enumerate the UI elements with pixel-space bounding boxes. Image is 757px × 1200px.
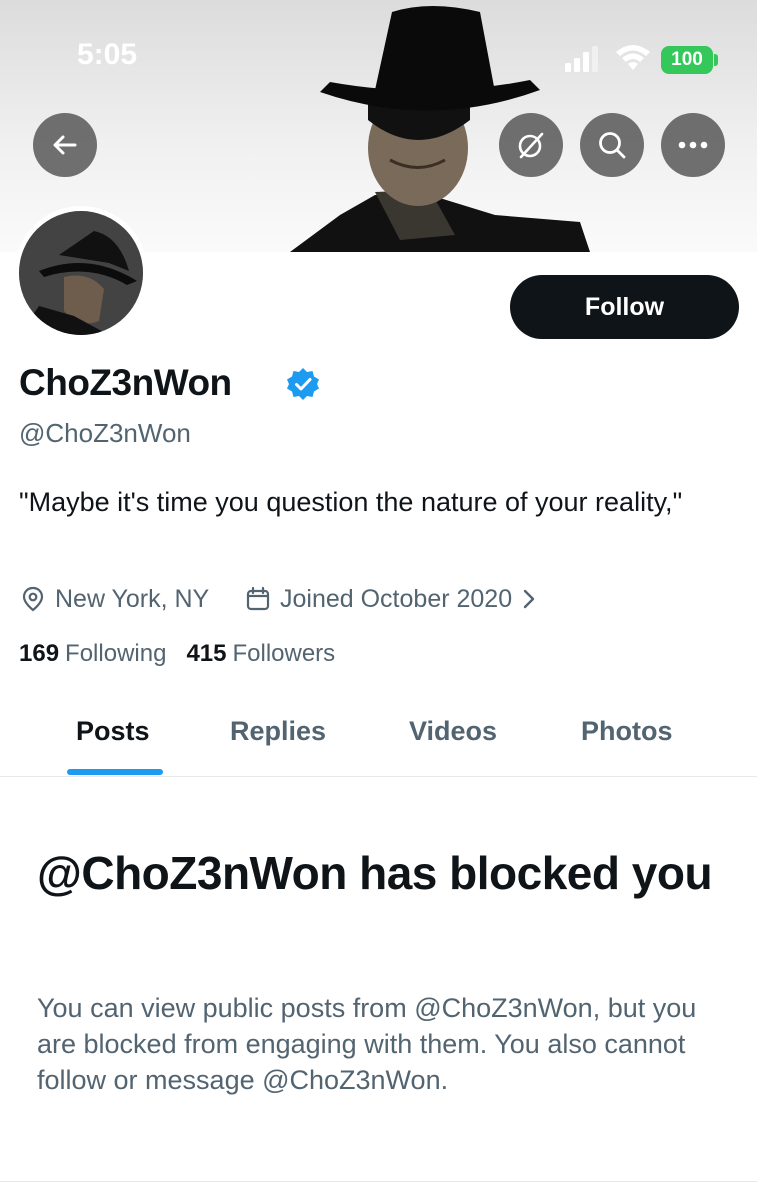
profile-tabs: Posts Replies Videos Photos — [0, 700, 757, 777]
following-count: 169 — [19, 640, 60, 667]
battery-indicator: 100 — [661, 46, 713, 74]
battery-nub — [714, 54, 718, 66]
user-handle: @ChoZ3nWon — [19, 418, 191, 448]
followers-link[interactable]: 415 Followers — [186, 640, 335, 668]
following-label: Following — [65, 640, 167, 667]
verified-badge-icon — [287, 368, 319, 400]
tab-videos[interactable]: Videos — [409, 716, 497, 747]
location-pin-icon — [22, 586, 44, 612]
status-time: 5:05 — [77, 38, 138, 71]
following-link[interactable]: 169 Following — [19, 640, 166, 668]
display-name: ChoZ3nWon — [19, 362, 232, 403]
search-button[interactable] — [580, 113, 644, 177]
cellular-signal-icon — [565, 46, 598, 72]
follow-button[interactable]: Follow — [510, 275, 739, 339]
joined-text: Joined October 2020 — [280, 584, 513, 613]
avatar-image — [19, 211, 143, 335]
blocked-notice-body: You can view public posts from @ChoZ3nWo… — [37, 993, 697, 1095]
grok-button[interactable] — [499, 113, 563, 177]
profile-bio: "Maybe it's time you question the nature… — [19, 487, 683, 517]
profile-location: New York, NY — [19, 582, 209, 616]
back-button[interactable] — [33, 113, 97, 177]
ellipsis-icon — [678, 141, 708, 149]
location-text: New York, NY — [55, 584, 210, 613]
profile-avatar[interactable] — [14, 206, 148, 340]
tab-photos[interactable]: Photos — [581, 716, 673, 747]
blocked-notice-title: @ChoZ3nWon has blocked you — [37, 847, 713, 899]
profile-joined-date[interactable]: Joined October 2020 — [244, 582, 544, 616]
wifi-icon — [616, 45, 650, 70]
calendar-icon — [246, 586, 270, 611]
chevron-right-icon — [523, 589, 535, 609]
grok-slash-icon — [518, 132, 544, 159]
search-icon — [599, 132, 626, 159]
arrow-left-icon — [53, 135, 77, 155]
followers-label: Followers — [232, 640, 336, 667]
divider — [0, 1181, 757, 1182]
tab-replies[interactable]: Replies — [230, 716, 326, 747]
follow-counts: 169 Following 415 Followers — [19, 640, 347, 668]
more-options-button[interactable] — [661, 113, 725, 177]
followers-count: 415 — [186, 640, 227, 667]
tab-posts[interactable]: Posts — [76, 716, 150, 747]
active-tab-indicator — [67, 769, 163, 775]
